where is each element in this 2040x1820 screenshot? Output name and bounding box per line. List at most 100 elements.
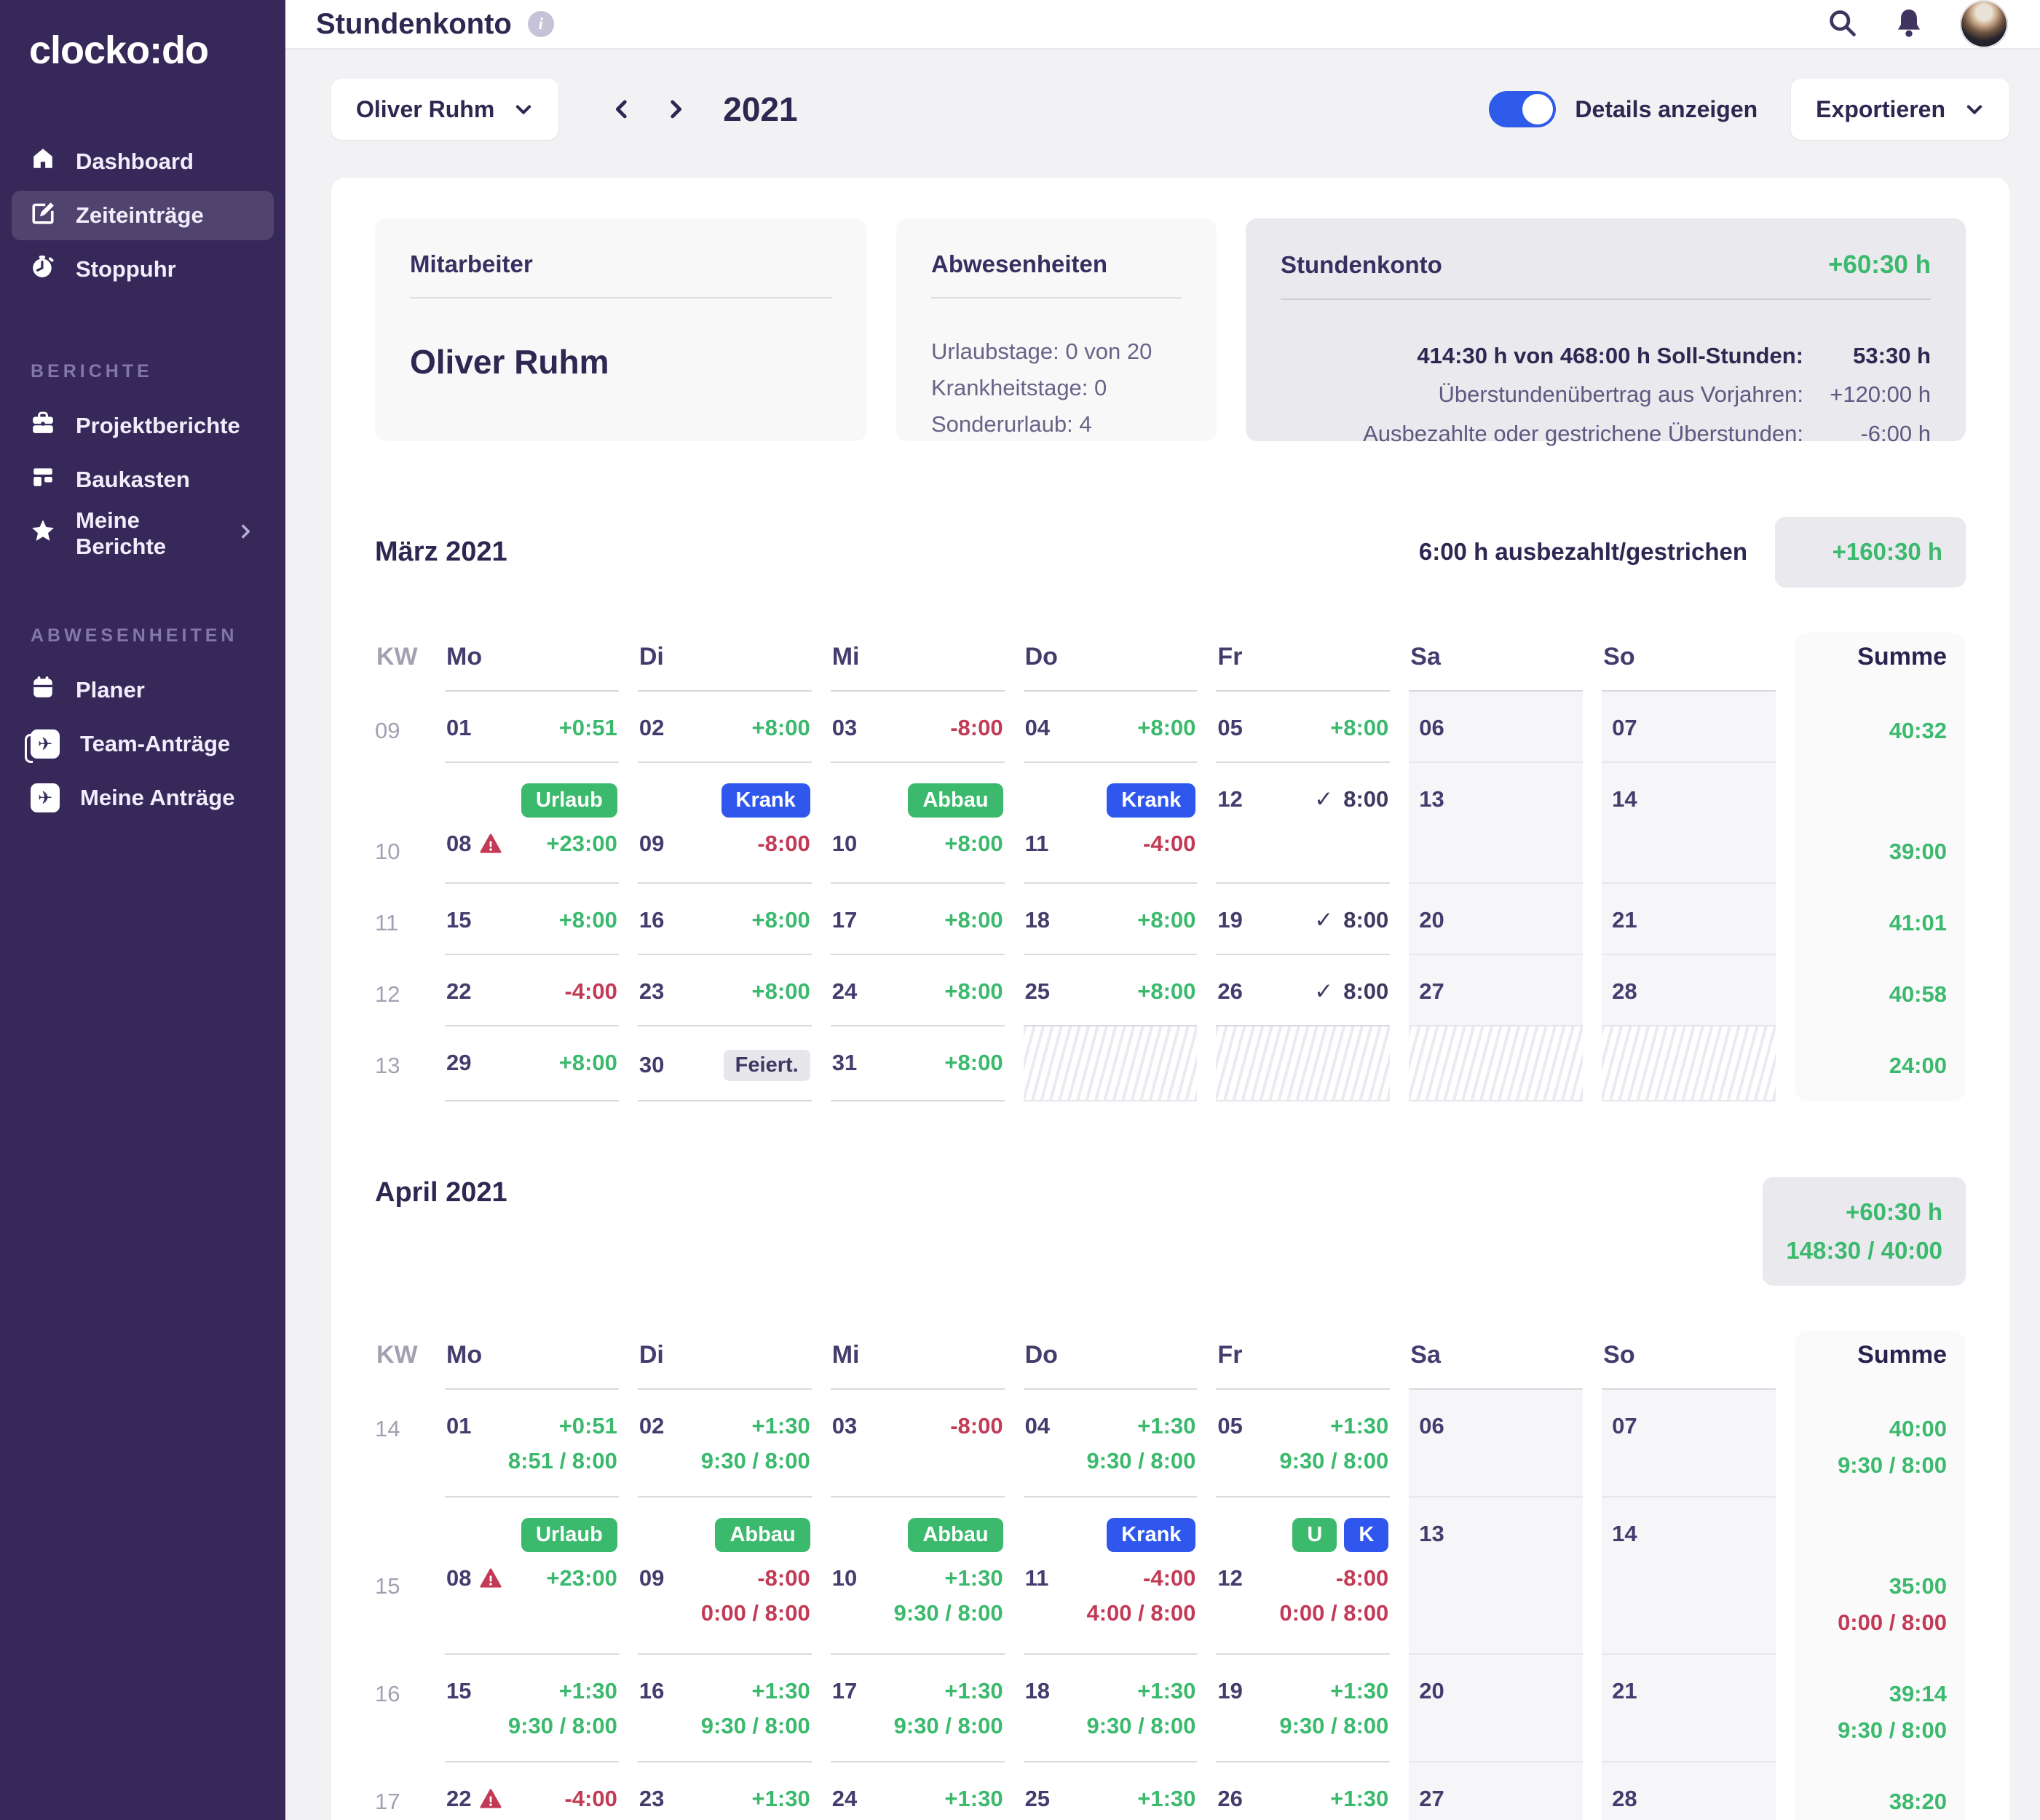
calendar-cell-day[interactable]: 01+0:51: [445, 692, 619, 763]
calendar-cell-day[interactable]: 24+1:309:30 / 8:00: [831, 1762, 1005, 1820]
calendar-cell-weekend[interactable]: 06: [1409, 692, 1583, 763]
calendar-cell-day[interactable]: Urlaub08+23:00: [445, 763, 619, 884]
calendar-cell-day[interactable]: 23+8:00: [638, 955, 812, 1026]
day-number: 15: [446, 1678, 471, 1704]
calendar-cell-day[interactable]: 16+1:309:30 / 8:00: [638, 1655, 812, 1762]
absence-badge[interactable]: Krank: [1107, 783, 1195, 818]
sidebar-item-baukasten[interactable]: Baukasten: [12, 455, 274, 505]
day-detail: 9:30 / 8:00: [832, 1713, 1003, 1739]
calendar-cell-day[interactable]: 02+8:00: [638, 692, 812, 763]
calendar-cell-day[interactable]: 16+8:00: [638, 884, 812, 955]
calendar-cell-day[interactable]: 26✓8:00: [1216, 955, 1390, 1026]
calendar-cell-day[interactable]: 04+8:00: [1024, 692, 1198, 763]
sidebar-item-planer[interactable]: Planer: [12, 665, 274, 715]
calendar-cell-day[interactable]: 30Feiert.: [638, 1026, 812, 1101]
app-logo: clocko:do: [0, 28, 285, 73]
warning-icon[interactable]: [480, 833, 502, 855]
month-total-badge: +160:30 h: [1775, 517, 1966, 587]
calendar-cell-day[interactable]: 12✓8:00: [1216, 763, 1390, 884]
export-button[interactable]: Exportieren: [1791, 79, 2009, 140]
warning-icon[interactable]: [480, 1788, 502, 1810]
next-year-button[interactable]: [649, 97, 703, 122]
calendar-cell-day[interactable]: 26+1:309:30 / 8:00: [1216, 1762, 1390, 1820]
calendar-cell-day[interactable]: 03-8:00: [831, 692, 1005, 763]
employee-select[interactable]: Oliver Ruhm: [331, 79, 558, 140]
details-toggle[interactable]: [1489, 91, 1556, 127]
avatar[interactable]: [1960, 0, 2008, 48]
sidebar-item-team-antraege[interactable]: ✈ Team-Anträge: [12, 719, 274, 769]
calendar-cell-day[interactable]: 22-4:004:00 / 8:00: [445, 1762, 619, 1820]
bell-icon[interactable]: [1893, 7, 1925, 42]
calendar-cell-day[interactable]: 22-4:00: [445, 955, 619, 1026]
sidebar-item-zeiteintraege[interactable]: Zeiteinträge: [12, 191, 274, 240]
absence-badge[interactable]: U: [1292, 1518, 1337, 1552]
calendar-cell-day[interactable]: 02+1:309:30 / 8:00: [638, 1390, 812, 1497]
topbar: Stundenkonto i: [285, 0, 2040, 50]
calendar-cell-day[interactable]: Krank11-4:00: [1024, 763, 1198, 884]
calendar-cell-weekend[interactable]: 28: [1602, 1762, 1776, 1820]
search-icon[interactable]: [1826, 7, 1858, 42]
calendar-cell-day[interactable]: 24+8:00: [831, 955, 1005, 1026]
absence-badge[interactable]: Abbau: [908, 783, 1003, 818]
calendar-cell-weekend[interactable]: 07: [1602, 692, 1776, 763]
calendar-cell-day[interactable]: 23+1:309:30 / 8:00: [638, 1762, 812, 1820]
absence-badge[interactable]: Krank: [1107, 1518, 1195, 1552]
calendar-cell-day[interactable]: 29+8:00: [445, 1026, 619, 1101]
sidebar-item-projektberichte[interactable]: Projektberichte: [12, 401, 274, 451]
warning-icon[interactable]: [480, 1567, 502, 1589]
calendar-cell-day[interactable]: 19✓8:00: [1216, 884, 1390, 955]
calendar-cell-day[interactable]: 17+1:309:30 / 8:00: [831, 1655, 1005, 1762]
absence-badge[interactable]: Abbau: [715, 1518, 810, 1552]
calendar-cell-weekend[interactable]: 27: [1409, 955, 1583, 1026]
day-value: -4:00: [1143, 1565, 1195, 1591]
calendar-cell-day[interactable]: 31+8:00: [831, 1026, 1005, 1101]
calendar-cell-day[interactable]: 19+1:309:30 / 8:00: [1216, 1655, 1390, 1762]
calendar-cell-weekend[interactable]: 20: [1409, 884, 1583, 955]
calendar-cell-day[interactable]: 15+1:309:30 / 8:00: [445, 1655, 619, 1762]
day-number: 23: [639, 1786, 664, 1812]
calendar-cell-day[interactable]: 15+8:00: [445, 884, 619, 955]
calendar-cell-day[interactable]: 05+1:309:30 / 8:00: [1216, 1390, 1390, 1497]
calendar-cell-day[interactable]: Krank09-8:00: [638, 763, 812, 884]
calendar-cell-day[interactable]: Urlaub08+23:00: [445, 1497, 619, 1655]
day-detail: 9:30 / 8:00: [639, 1713, 810, 1739]
absence-badge[interactable]: Urlaub: [521, 783, 617, 818]
calendar-cell-weekend[interactable]: 21: [1602, 884, 1776, 955]
prev-year-button[interactable]: [595, 97, 649, 122]
absence-badge[interactable]: Krank: [721, 783, 810, 818]
calendar-cell-weekend[interactable]: 28: [1602, 955, 1776, 1026]
absence-badge[interactable]: Abbau: [908, 1518, 1003, 1552]
sidebar-item-meine-antraege[interactable]: ✈ Meine Anträge: [12, 773, 274, 823]
calendar-cell-day[interactable]: 03-8:00: [831, 1390, 1005, 1497]
calendar-cell-day[interactable]: Krank11-4:004:00 / 8:00: [1024, 1497, 1198, 1655]
calendar-cell-weekend[interactable]: 27: [1409, 1762, 1583, 1820]
calendar-cell-day[interactable]: 18+1:309:30 / 8:00: [1024, 1655, 1198, 1762]
sidebar-item-dashboard[interactable]: Dashboard: [12, 137, 274, 186]
info-icon[interactable]: i: [528, 11, 554, 37]
calendar-cell-day[interactable]: 01+0:518:51 / 8:00: [445, 1390, 619, 1497]
calendar-cell-day[interactable]: 04+1:309:30 / 8:00: [1024, 1390, 1198, 1497]
calendar-cell-day[interactable]: 18+8:00: [1024, 884, 1198, 955]
calendar-cell-day[interactable]: Abbau10+8:00: [831, 763, 1005, 884]
absence-badge[interactable]: K: [1344, 1518, 1388, 1552]
calendar-cell-day[interactable]: 05+8:00: [1216, 692, 1390, 763]
calendar-cell-day[interactable]: Abbau10+1:309:30 / 8:00: [831, 1497, 1005, 1655]
calendar-cell-day[interactable]: 17+8:00: [831, 884, 1005, 955]
calendar-cell-weekend[interactable]: 06: [1409, 1390, 1583, 1497]
calendar-cell-day[interactable]: Abbau09-8:000:00 / 8:00: [638, 1497, 812, 1655]
calendar-cell-weekend[interactable]: 21: [1602, 1655, 1776, 1762]
calendar-cell-weekend[interactable]: 14: [1602, 763, 1776, 884]
absence-badge[interactable]: Urlaub: [521, 1518, 617, 1552]
calendar-cell-day[interactable]: UK12-8:000:00 / 8:00: [1216, 1497, 1390, 1655]
calendar-cell-weekend[interactable]: 13: [1409, 1497, 1583, 1655]
calendar-cell-weekend[interactable]: 20: [1409, 1655, 1583, 1762]
day-number: 04: [1025, 715, 1050, 741]
calendar-cell-weekend[interactable]: 07: [1602, 1390, 1776, 1497]
calendar-cell-weekend[interactable]: 13: [1409, 763, 1583, 884]
day-number: 01: [446, 715, 471, 741]
sidebar-item-stoppuhr[interactable]: Stoppuhr: [12, 245, 274, 294]
calendar-cell-day[interactable]: 25+8:00: [1024, 955, 1198, 1026]
calendar-cell-weekend[interactable]: 14: [1602, 1497, 1776, 1655]
calendar-cell-day[interactable]: 25+1:309:30 / 8:00: [1024, 1762, 1198, 1820]
sidebar-item-meine-berichte[interactable]: Meine Berichte: [12, 509, 274, 558]
